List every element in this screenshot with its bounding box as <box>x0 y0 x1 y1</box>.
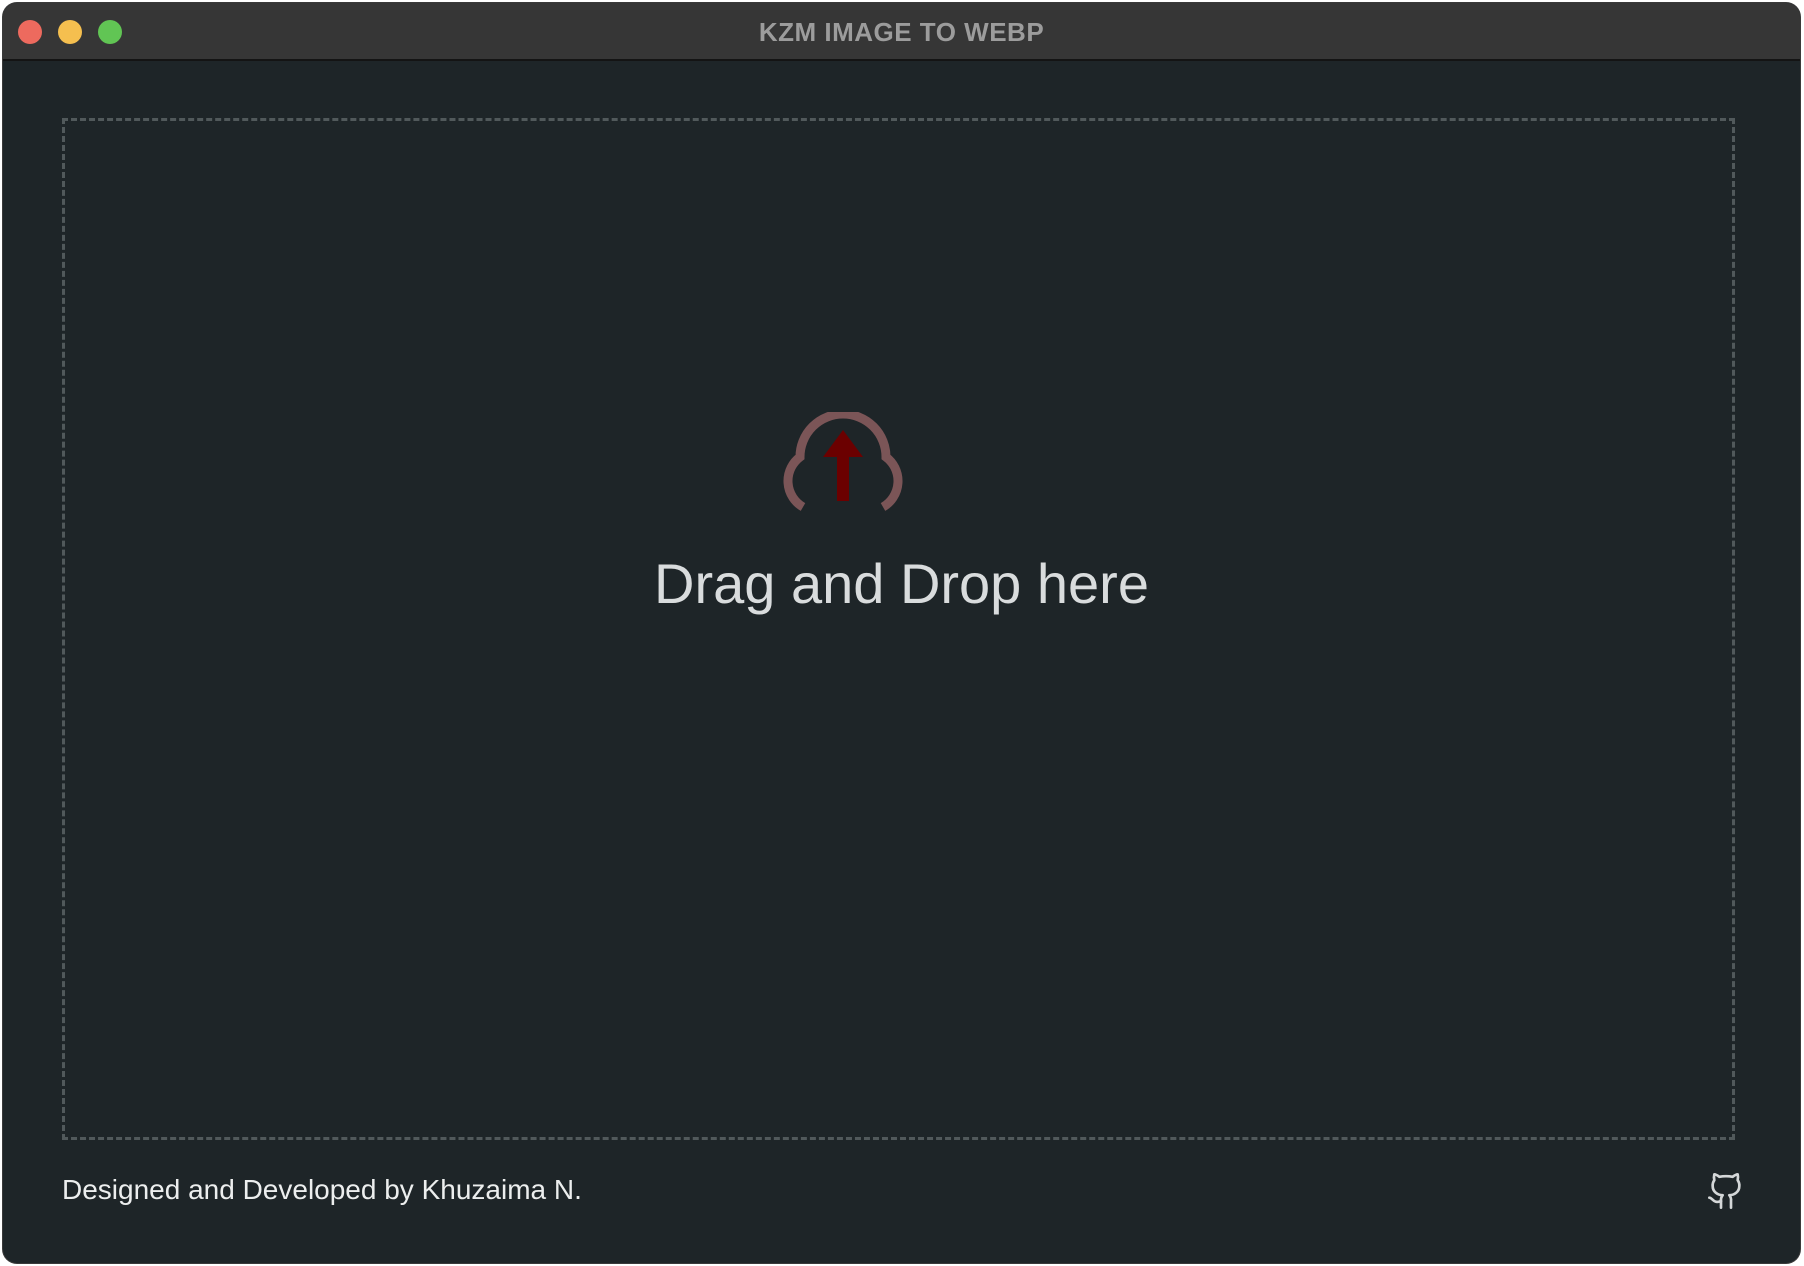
app-window: KZM IMAGE TO WEBP Drag and Drop here Des… <box>3 3 1800 1263</box>
github-icon[interactable] <box>1706 1171 1746 1211</box>
footer-credit: Designed and Developed by Khuzaima N. <box>62 1174 582 1205</box>
drop-instruction: Drag and Drop here <box>654 552 1149 615</box>
cloud-upload-icon <box>783 412 903 511</box>
title-bar[interactable]: KZM IMAGE TO WEBP <box>3 3 1800 61</box>
window-title: KZM IMAGE TO WEBP <box>758 17 1045 47</box>
drop-zone[interactable] <box>62 118 1735 1140</box>
upload-arrow <box>823 430 863 501</box>
